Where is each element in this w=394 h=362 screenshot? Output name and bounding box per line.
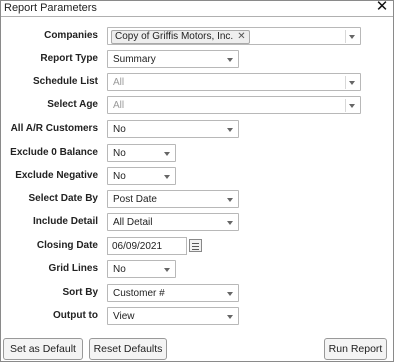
select-date-by-label: Select Date By [28, 193, 98, 204]
remove-tag-icon[interactable]: ✕ [237, 31, 245, 42]
title-bar: Report Parameters ✕ [1, 0, 393, 17]
schedule-list-placeholder: All [113, 77, 125, 88]
exclude-zero-balance-row: Exclude 0 Balance No [1, 144, 393, 164]
output-to-label: Output to [53, 310, 98, 321]
dropdown-divider [345, 76, 346, 89]
chevron-down-icon [227, 128, 233, 132]
select-age-label: Select Age [47, 99, 98, 110]
dropdown-divider [345, 99, 346, 112]
exclude-negative-label: Exclude Negative [15, 170, 98, 181]
close-icon[interactable]: ✕ [375, 0, 389, 15]
chevron-down-icon [349, 104, 355, 108]
sort-by-label: Sort By [62, 287, 98, 298]
output-to-select[interactable]: View [107, 307, 239, 325]
include-detail-value: All Detail [113, 217, 153, 228]
grid-lines-label: Grid Lines [48, 263, 98, 274]
exclude-zero-balance-select[interactable]: No [107, 144, 176, 162]
schedule-list-multiselect[interactable]: All [107, 73, 361, 91]
companies-row: Companies Copy of Griffis Motors, Inc. ✕ [1, 27, 393, 47]
include-detail-select[interactable]: All Detail [107, 213, 239, 231]
report-type-label: Report Type [40, 53, 98, 64]
set-as-default-button[interactable]: Set as Default [3, 338, 83, 360]
closing-date-label: Closing Date [36, 240, 98, 251]
chevron-down-icon [227, 221, 233, 225]
all-ar-customers-value: No [113, 124, 126, 135]
include-detail-row: Include Detail All Detail [1, 213, 393, 233]
chevron-down-icon [227, 315, 233, 319]
dropdown-divider [345, 30, 346, 43]
sort-by-value: Customer # [113, 288, 165, 299]
grid-lines-value: No [113, 264, 126, 275]
report-type-row: Report Type Summary [1, 50, 393, 70]
chevron-down-icon[interactable] [349, 35, 355, 39]
dialog-footer: Set as Default Reset Defaults Run Report [1, 331, 393, 361]
grid-lines-select[interactable]: No [107, 260, 176, 278]
all-ar-customers-row: All A/R Customers No [1, 120, 393, 140]
select-age-multiselect[interactable]: All [107, 96, 361, 114]
closing-date-row: Closing Date 06/09/2021 [1, 237, 393, 257]
company-tag: Copy of Griffis Motors, Inc. ✕ [111, 30, 250, 44]
sort-by-row: Sort By Customer # [1, 284, 393, 304]
exclude-zero-balance-value: No [113, 148, 126, 159]
output-to-value: View [113, 311, 135, 322]
companies-label: Companies [44, 30, 98, 41]
run-report-button[interactable]: Run Report [324, 338, 387, 360]
chevron-down-icon [164, 152, 170, 156]
exclude-negative-row: Exclude Negative No [1, 167, 393, 187]
companies-multiselect[interactable]: Copy of Griffis Motors, Inc. ✕ [107, 27, 361, 45]
select-date-by-value: Post Date [113, 194, 157, 205]
select-age-placeholder: All [113, 100, 125, 111]
dialog-title: Report Parameters [4, 2, 97, 14]
closing-date-value: 06/09/2021 [112, 241, 163, 252]
select-age-row: Select Age All [1, 96, 393, 116]
report-type-value: Summary [113, 54, 156, 65]
schedule-list-row: Schedule List All [1, 73, 393, 93]
reset-defaults-button[interactable]: Reset Defaults [89, 338, 167, 360]
all-ar-customers-select[interactable]: No [107, 120, 239, 138]
chevron-down-icon [227, 198, 233, 202]
closing-date-input[interactable]: 06/09/2021 [107, 237, 187, 255]
exclude-negative-select[interactable]: No [107, 167, 176, 185]
chevron-down-icon [164, 268, 170, 272]
exclude-zero-balance-label: Exclude 0 Balance [10, 147, 98, 158]
report-parameters-dialog: Report Parameters ✕ Companies Copy of Gr… [0, 0, 394, 362]
sort-by-select[interactable]: Customer # [107, 284, 239, 302]
company-tag-label: Copy of Griffis Motors, Inc. [115, 31, 234, 42]
output-to-row: Output to View [1, 307, 393, 327]
chevron-down-icon [227, 292, 233, 296]
chevron-down-icon [227, 58, 233, 62]
calendar-icon[interactable] [189, 239, 202, 252]
all-ar-customers-label: All A/R Customers [10, 123, 98, 134]
chevron-down-icon [164, 175, 170, 179]
include-detail-label: Include Detail [32, 216, 98, 227]
exclude-negative-value: No [113, 171, 126, 182]
select-date-by-row: Select Date By Post Date [1, 190, 393, 210]
schedule-list-label: Schedule List [32, 76, 98, 87]
report-type-select[interactable]: Summary [107, 50, 239, 68]
chevron-down-icon [349, 81, 355, 85]
grid-lines-row: Grid Lines No [1, 260, 393, 280]
select-date-by-select[interactable]: Post Date [107, 190, 239, 208]
